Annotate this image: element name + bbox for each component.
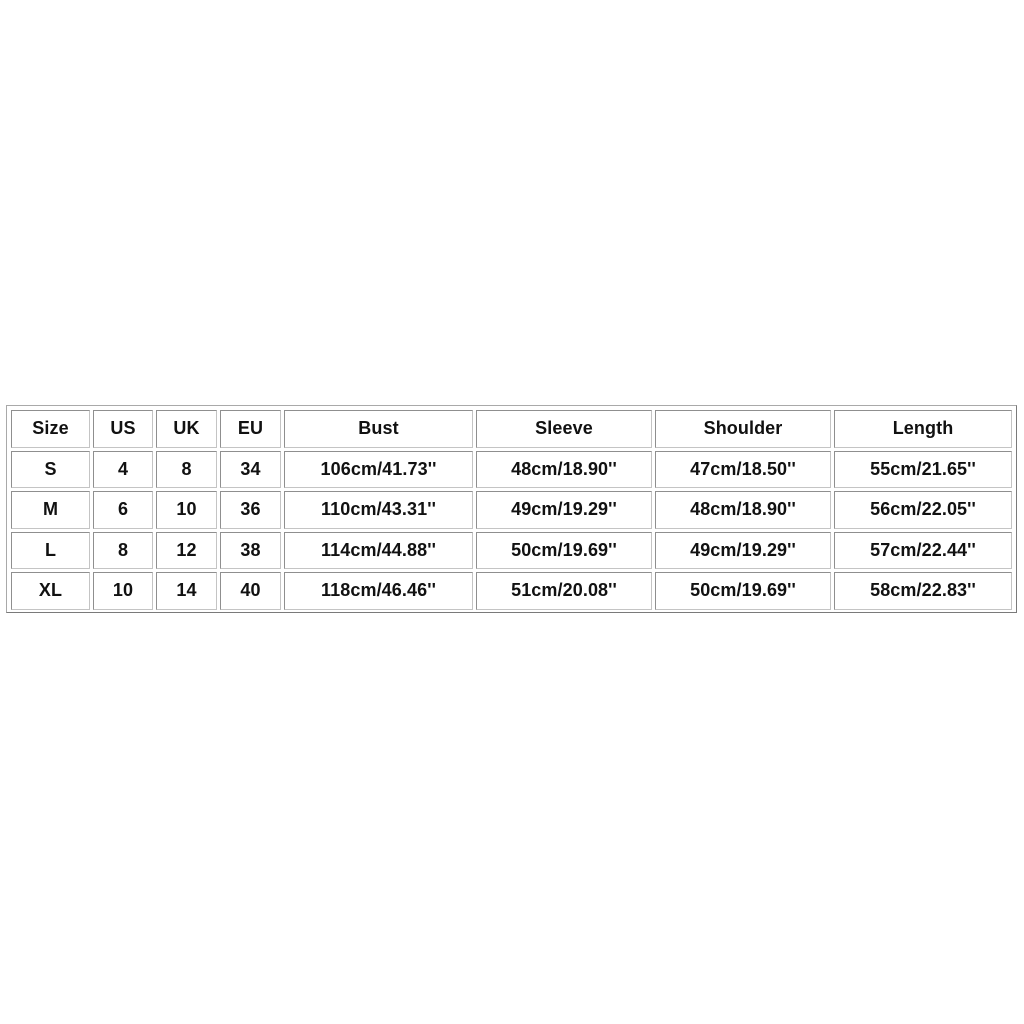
cell-length: 57cm/22.44'' [834,531,1012,569]
header-us: US [93,410,153,448]
cell-us: 4 [93,450,153,488]
cell-sleeve: 49cm/19.29'' [476,491,652,529]
cell-length: 55cm/21.65'' [834,450,1012,488]
cell-size: L [11,531,90,569]
cell-eu: 36 [220,491,281,529]
cell-bust: 106cm/41.73'' [284,450,473,488]
cell-shoulder: 48cm/18.90'' [655,491,831,529]
table-row: XL 10 14 40 118cm/46.46'' 51cm/20.08'' 5… [11,572,1012,610]
cell-us: 8 [93,531,153,569]
cell-size: S [11,450,90,488]
header-eu: EU [220,410,281,448]
cell-us: 6 [93,491,153,529]
table-row: L 8 12 38 114cm/44.88'' 50cm/19.69'' 49c… [11,531,1012,569]
header-size: Size [11,410,90,448]
header-uk: UK [156,410,217,448]
cell-uk: 8 [156,450,217,488]
cell-bust: 118cm/46.46'' [284,572,473,610]
cell-sleeve: 51cm/20.08'' [476,572,652,610]
cell-eu: 40 [220,572,281,610]
cell-size: M [11,491,90,529]
cell-uk: 10 [156,491,217,529]
cell-sleeve: 48cm/18.90'' [476,450,652,488]
cell-eu: 38 [220,531,281,569]
table-row: S 4 8 34 106cm/41.73'' 48cm/18.90'' 47cm… [11,450,1012,488]
cell-bust: 110cm/43.31'' [284,491,473,529]
cell-size: XL [11,572,90,610]
header-row: Size US UK EU Bust Sleeve Shoulder Lengt… [11,410,1012,448]
size-chart-table: Size US UK EU Bust Sleeve Shoulder Lengt… [8,407,1015,613]
size-chart-frame: Size US UK EU Bust Sleeve Shoulder Lengt… [6,405,1017,613]
header-length: Length [834,410,1012,448]
cell-uk: 12 [156,531,217,569]
cell-shoulder: 50cm/19.69'' [655,572,831,610]
cell-sleeve: 50cm/19.69'' [476,531,652,569]
cell-length: 58cm/22.83'' [834,572,1012,610]
header-bust: Bust [284,410,473,448]
cell-uk: 14 [156,572,217,610]
table-row: M 6 10 36 110cm/43.31'' 49cm/19.29'' 48c… [11,491,1012,529]
header-shoulder: Shoulder [655,410,831,448]
cell-bust: 114cm/44.88'' [284,531,473,569]
cell-length: 56cm/22.05'' [834,491,1012,529]
cell-us: 10 [93,572,153,610]
header-sleeve: Sleeve [476,410,652,448]
cell-eu: 34 [220,450,281,488]
cell-shoulder: 47cm/18.50'' [655,450,831,488]
cell-shoulder: 49cm/19.29'' [655,531,831,569]
